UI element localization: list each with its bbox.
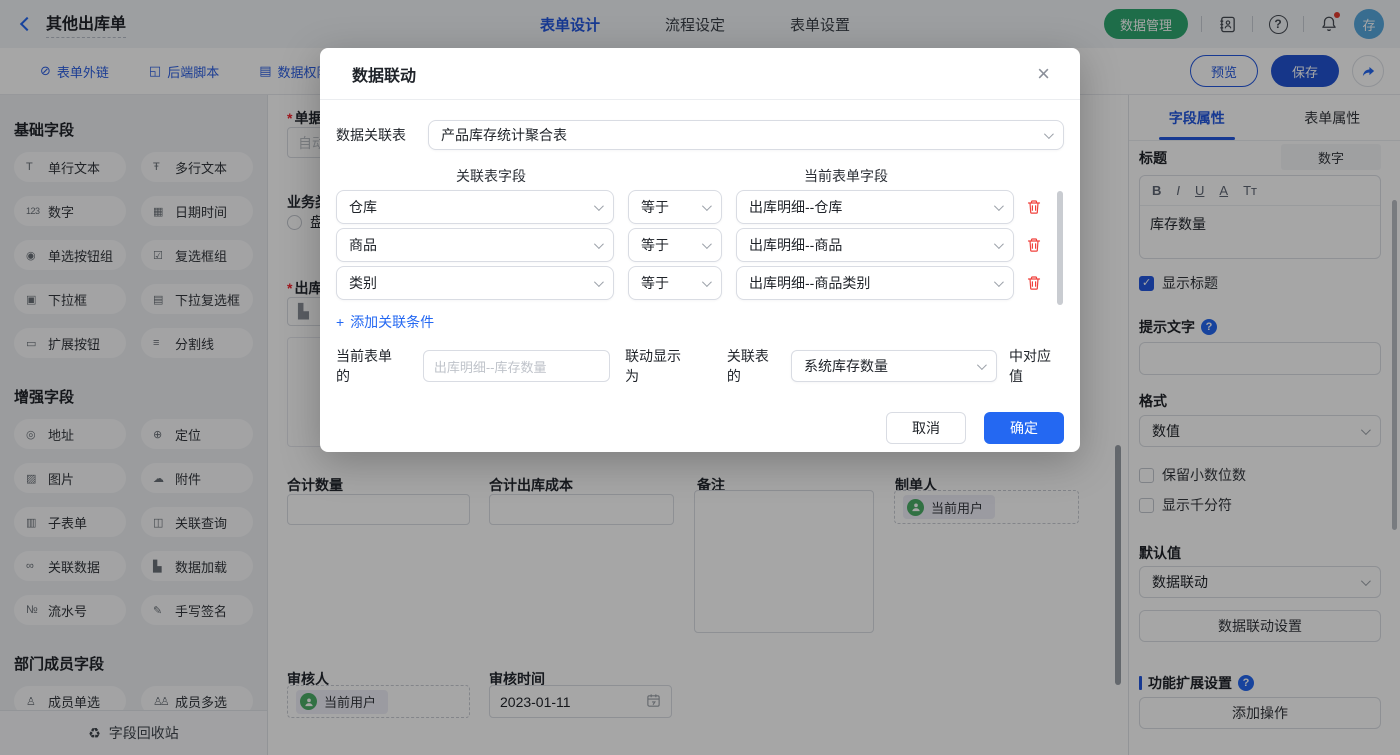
data-linkage-modal: 数据联动 × 数据关联表 产品库存统计聚合表 关联表字段 当前表单字段 仓库 等… (320, 48, 1080, 452)
confirm-button[interactable]: 确定 (984, 412, 1064, 444)
delete-condition-icon[interactable] (1026, 199, 1042, 215)
add-condition-link[interactable]: + 添加关联条件 (336, 312, 1064, 332)
form-field-select[interactable]: 出库明细--商品类别 (736, 266, 1014, 300)
form-field-select[interactable]: 出库明细--仓库 (736, 190, 1014, 224)
related-field-select[interactable]: 仓库 (336, 190, 614, 224)
operator-select[interactable]: 等于 (628, 190, 722, 224)
current-form-field-header: 当前表单字段 (804, 168, 888, 184)
modal-title: 数据联动 (352, 67, 417, 85)
modal-scrollbar[interactable] (1057, 191, 1063, 305)
chevron-down-icon (993, 238, 1004, 249)
delete-condition-icon[interactable] (1026, 237, 1042, 253)
related-table-label: 关联表的 (726, 348, 769, 384)
chevron-down-icon (993, 276, 1004, 287)
delete-condition-icon[interactable] (1026, 275, 1042, 291)
app-window: 其他出库单 表单设计 流程设定 表单设置 数据管理 ? 存 ⊘ 表单外链 ◱ 后… (0, 0, 1400, 755)
chevron-down-icon (701, 276, 712, 287)
chevron-down-icon (1043, 128, 1054, 139)
modal-footer: 取消 确定 (336, 412, 1064, 444)
related-value-select[interactable]: 系统库存数量 (790, 350, 997, 382)
chevron-down-icon (701, 238, 712, 249)
current-field-input[interactable]: 出库明细--库存数量 (422, 350, 611, 382)
cancel-button[interactable]: 取消 (886, 412, 966, 444)
related-field-select[interactable]: 商品 (336, 228, 614, 262)
condition-column-headers: 关联表字段 当前表单字段 (336, 166, 1064, 186)
chevron-down-icon (593, 238, 604, 249)
chevron-down-icon (976, 359, 987, 370)
operator-select[interactable]: 等于 (628, 266, 722, 300)
linkage-table-select[interactable]: 产品库存统计聚合表 (428, 120, 1064, 150)
plus-icon: + (336, 314, 345, 330)
current-form-label: 当前表单的 (336, 348, 392, 384)
condition-row: 仓库 等于 出库明细--仓库 (336, 190, 1064, 224)
corresponding-value-label: 中对应值 (1008, 348, 1051, 384)
display-as-label: 联动显示为 (625, 348, 682, 384)
form-field-select[interactable]: 出库明细--商品 (736, 228, 1014, 262)
close-icon[interactable]: × (1037, 62, 1050, 85)
chevron-down-icon (993, 200, 1004, 211)
linkage-table-label: 数据关联表 (336, 127, 406, 143)
chevron-down-icon (593, 200, 604, 211)
operator-select[interactable]: 等于 (628, 228, 722, 262)
modal-body: 数据关联表 产品库存统计聚合表 关联表字段 当前表单字段 仓库 等于 出库明细-… (320, 120, 1080, 444)
condition-row: 类别 等于 出库明细--商品类别 (336, 266, 1064, 300)
condition-row: 商品 等于 出库明细--商品 (336, 228, 1064, 262)
modal-header: 数据联动 × (320, 48, 1080, 100)
related-field-select[interactable]: 类别 (336, 266, 614, 300)
chevron-down-icon (701, 200, 712, 211)
linkage-table-row: 数据关联表 产品库存统计聚合表 (336, 120, 1064, 150)
mapping-row: 当前表单的 出库明细--库存数量 联动显示为 关联表的 系统库存数量 中对应值 (336, 346, 1064, 386)
chevron-down-icon (593, 276, 604, 287)
related-table-field-header: 关联表字段 (456, 168, 526, 184)
